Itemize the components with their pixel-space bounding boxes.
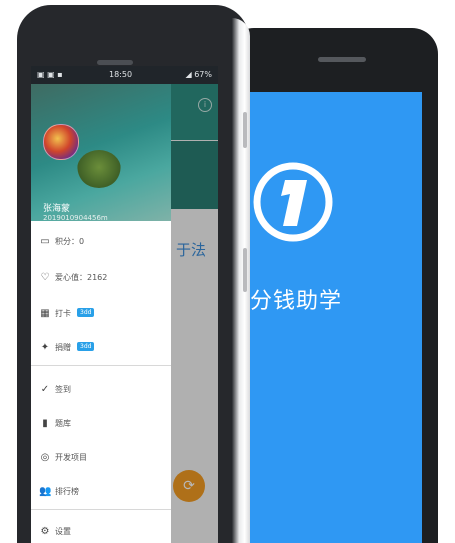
header-background-image (77, 150, 121, 188)
new-badge: 3dd (77, 308, 95, 317)
drawer-scrim[interactable] (171, 84, 218, 543)
new-badge: 3dd (77, 342, 95, 351)
menu-item-label: 积分：0 (55, 237, 85, 246)
menu-item-label: 签到 (55, 385, 71, 394)
menu-item-settings[interactable]: ⚙ 设置 (31, 518, 171, 543)
navigation-drawer: 张海蒙 2019010904456m ▭ 积分：0 ♡ 爱心值：2162 ▦ 打… (31, 84, 171, 543)
volume-button (243, 112, 247, 148)
user-id: 2019010904456m (43, 214, 108, 222)
splash-title: 分钱助学 (250, 289, 343, 314)
menu-item-checkin[interactable]: ▦ 打卡 3dd (31, 300, 171, 328)
menu-item-label: 设置 (55, 527, 71, 536)
app-screen: ▣ ▣ ▪ 18:50 ◢ 67% i 于法 ⟳ 张海蒙 20190109044… (31, 66, 218, 543)
menu-item-donate[interactable]: ✦ 捐赠 3dd (31, 334, 171, 362)
menu-item-label: 捐赠 (55, 343, 71, 352)
drawer-divider (31, 509, 171, 510)
wallet-icon: ▭ (40, 236, 50, 247)
status-bar: ▣ ▣ ▪ 18:50 ◢ 67% (31, 66, 218, 84)
drawer-divider (31, 365, 171, 366)
globe-icon: ◎ (40, 452, 50, 463)
check-icon: ✓ (40, 384, 50, 395)
pin-icon: ✦ (40, 342, 50, 353)
heart-icon: ♡ (40, 272, 50, 283)
status-time: 18:50 (109, 70, 133, 79)
status-right-icons: ◢ 67% (185, 70, 212, 79)
menu-item-question-bank[interactable]: ▮ 题库 (31, 410, 171, 438)
status-left-icons: ▣ ▣ ▪ (37, 70, 63, 79)
people-icon: 👥 (39, 486, 52, 497)
avatar[interactable] (43, 124, 79, 160)
menu-item-label: 题库 (55, 419, 71, 428)
book-icon: ▮ (42, 418, 48, 429)
menu-item-label: 爱心值：2162 (55, 273, 108, 282)
front-phone-edge (232, 18, 250, 543)
gear-icon: ⚙ (40, 526, 50, 537)
splash-logo-icon (253, 162, 333, 242)
user-name: 张海蒙 (43, 204, 71, 214)
menu-item-love-value[interactable]: ♡ 爱心值：2162 (31, 264, 171, 292)
power-button (243, 248, 247, 292)
menu-item-points[interactable]: ▭ 积分：0 (31, 228, 171, 256)
menu-item-ranking[interactable]: 👥 排行榜 (31, 478, 171, 506)
menu-item-label: 打卡 (55, 309, 71, 318)
menu-item-label: 开发项目 (55, 453, 87, 462)
calendar-icon: ▦ (40, 308, 50, 319)
menu-item-signin[interactable]: ✓ 签到 (31, 376, 171, 404)
drawer-header: 张海蒙 2019010904456m (31, 84, 171, 222)
menu-item-label: 排行榜 (55, 487, 79, 496)
menu-item-projects[interactable]: ◎ 开发项目 (31, 444, 171, 472)
back-phone-speaker (318, 57, 366, 62)
front-speaker (97, 60, 133, 65)
